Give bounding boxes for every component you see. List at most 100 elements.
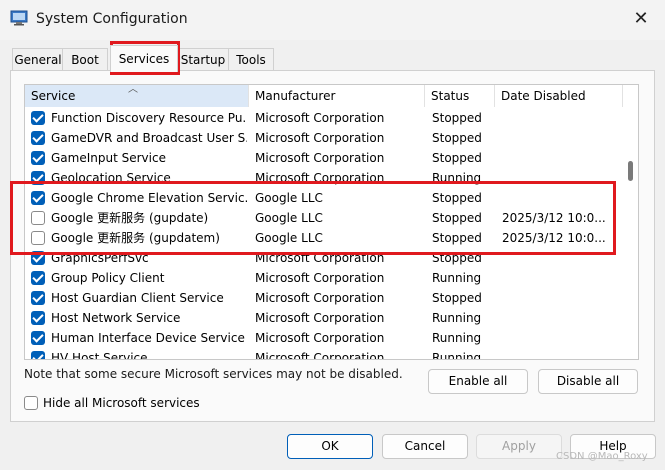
cell-date-disabled — [502, 188, 620, 208]
cell-service: Function Discovery Resource Pu... — [51, 111, 247, 125]
table-row[interactable]: Google 更新服务 (gupdate) Google LLC Stopped 20… — [25, 208, 623, 228]
sort-up-icon: ︿ — [128, 84, 138, 95]
cell-date-disabled — [502, 108, 620, 128]
service-checkbox[interactable] — [31, 111, 45, 125]
cell-status: Stopped — [432, 251, 482, 265]
cell-service: GameInput Service — [51, 151, 166, 165]
cell-manufacturer: Microsoft Corporation — [255, 111, 385, 125]
cell-manufacturer: Microsoft Corporation — [255, 131, 385, 145]
cell-status: Running — [432, 311, 482, 325]
table-row[interactable]: HV Host Service Microsoft Corporation Runn… — [25, 348, 623, 360]
service-checkbox[interactable] — [31, 331, 45, 345]
table-row[interactable]: Group Policy Client Microsoft Corporation… — [25, 268, 623, 288]
cell-date-disabled: 2025/3/12 10:0... — [502, 211, 606, 225]
cell-status: Stopped — [432, 191, 482, 205]
service-checkbox[interactable] — [31, 271, 45, 285]
disable-all-button[interactable]: Disable all — [538, 369, 638, 394]
service-checkbox[interactable] — [31, 171, 45, 185]
cell-status: Stopped — [432, 111, 482, 125]
table-row[interactable]: Google Chrome Elevation Servic... Google … — [25, 188, 623, 208]
cell-status: Running — [432, 171, 482, 185]
cell-date-disabled — [502, 308, 620, 328]
cell-status: Stopped — [432, 131, 482, 145]
service-checkbox[interactable] — [31, 351, 45, 359]
tab-general[interactable]: General — [12, 48, 64, 71]
vertical-scrollbar[interactable] — [623, 85, 638, 359]
cell-status: Running — [432, 271, 482, 285]
table-row[interactable]: Function Discovery Resource Pu... Microso… — [25, 108, 623, 128]
column-header-status[interactable]: Status — [425, 85, 495, 107]
cell-service: GraphicsPerfSvc — [51, 251, 149, 265]
enable-all-button[interactable]: Enable all — [428, 369, 528, 394]
apply-button[interactable]: Apply — [476, 434, 562, 459]
cell-manufacturer: Microsoft Corporation — [255, 331, 385, 345]
hide-microsoft-services-label[interactable]: Hide all Microsoft services — [43, 396, 200, 411]
service-checkbox[interactable] — [31, 191, 45, 205]
cell-date-disabled — [502, 128, 620, 148]
cell-status: Stopped — [432, 291, 482, 305]
column-header-date-disabled[interactable]: Date Disabled — [495, 85, 623, 107]
cell-date-disabled: 2025/3/12 10:0... — [502, 231, 606, 245]
cell-service: Group Policy Client — [51, 271, 165, 285]
cell-manufacturer: Microsoft Corporation — [255, 351, 385, 360]
service-checkbox[interactable] — [31, 311, 45, 325]
cell-status: Stopped — [432, 151, 482, 165]
cell-status: Running — [432, 331, 482, 345]
cell-date-disabled — [502, 328, 620, 348]
cell-service: Google 更新服务 (gupdate) — [51, 211, 209, 225]
cancel-button[interactable]: Cancel — [382, 434, 468, 459]
cell-manufacturer: Microsoft Corporation — [255, 171, 385, 185]
service-checkbox[interactable] — [31, 231, 45, 245]
cell-service: Host Guardian Client Service — [51, 291, 224, 305]
cell-status: Stopped — [432, 211, 482, 225]
cell-service: Google 更新服务 (gupdatem) — [51, 231, 220, 245]
system-config-icon — [10, 10, 28, 26]
cell-service: Human Interface Device Service — [51, 331, 245, 345]
tab-startup[interactable]: Startup — [176, 48, 230, 71]
table-row[interactable]: GraphicsPerfSvc Microsoft Corporation Stop… — [25, 248, 623, 268]
cell-manufacturer: Microsoft Corporation — [255, 251, 385, 265]
services-list[interactable]: Service ︿ Manufacturer Status Date Disab… — [24, 84, 639, 360]
cell-service: HV Host Service — [51, 351, 148, 360]
column-header-service[interactable]: Service ︿ — [25, 85, 249, 107]
table-row[interactable]: Human Interface Device Service Microsoft … — [25, 328, 623, 348]
table-row[interactable]: Host Network Service Microsoft Corporatio… — [25, 308, 623, 328]
cell-manufacturer: Google LLC — [255, 211, 323, 225]
cell-date-disabled — [502, 148, 620, 168]
cell-manufacturer: Microsoft Corporation — [255, 151, 385, 165]
tab-services[interactable]: Services — [110, 45, 178, 72]
title-bar: System Configuration ✕ — [0, 0, 665, 40]
cell-service: Google Chrome Elevation Servic... — [51, 191, 247, 205]
service-checkbox[interactable] — [31, 151, 45, 165]
cell-manufacturer: Microsoft Corporation — [255, 271, 385, 285]
cell-service: GameDVR and Broadcast User S... — [51, 131, 247, 145]
note-text: Note that some secure Microsoft services… — [24, 367, 403, 381]
table-row[interactable]: Google 更新服务 (gupdatem) Google LLC Stopped 2… — [25, 228, 623, 248]
tab-boot[interactable]: Boot — [62, 48, 108, 71]
table-row[interactable]: Geolocation Service Microsoft Corporation… — [25, 168, 623, 188]
cell-manufacturer: Google LLC — [255, 191, 323, 205]
tab-tools[interactable]: Tools — [228, 48, 274, 71]
cell-service: Host Network Service — [51, 311, 181, 325]
scrollbar-thumb[interactable] — [628, 161, 633, 181]
close-icon[interactable]: ✕ — [627, 6, 655, 32]
cell-date-disabled — [502, 348, 620, 359]
table-row[interactable]: Host Guardian Client Service Microsoft Co… — [25, 288, 623, 308]
service-checkbox[interactable] — [31, 251, 45, 265]
hide-microsoft-services-checkbox[interactable] — [24, 396, 38, 410]
ok-button[interactable]: OK — [287, 434, 373, 459]
cell-status: Running — [432, 351, 482, 360]
watermark-text: CSDN @Mao_Roxy — [556, 451, 648, 462]
cell-date-disabled — [502, 168, 620, 188]
column-header-manufacturer[interactable]: Manufacturer — [249, 85, 425, 107]
service-checkbox[interactable] — [31, 211, 45, 225]
cell-date-disabled — [502, 268, 620, 288]
cell-service: Geolocation Service — [51, 171, 171, 185]
service-checkbox[interactable] — [31, 131, 45, 145]
table-row[interactable]: GameInput Service Microsoft Corporation St… — [25, 148, 623, 168]
table-row[interactable]: GameDVR and Broadcast User S... Microsoft… — [25, 128, 623, 148]
window-title: System Configuration — [36, 11, 188, 27]
service-checkbox[interactable] — [31, 291, 45, 305]
cell-date-disabled — [502, 248, 620, 268]
cell-manufacturer: Microsoft Corporation — [255, 291, 385, 305]
